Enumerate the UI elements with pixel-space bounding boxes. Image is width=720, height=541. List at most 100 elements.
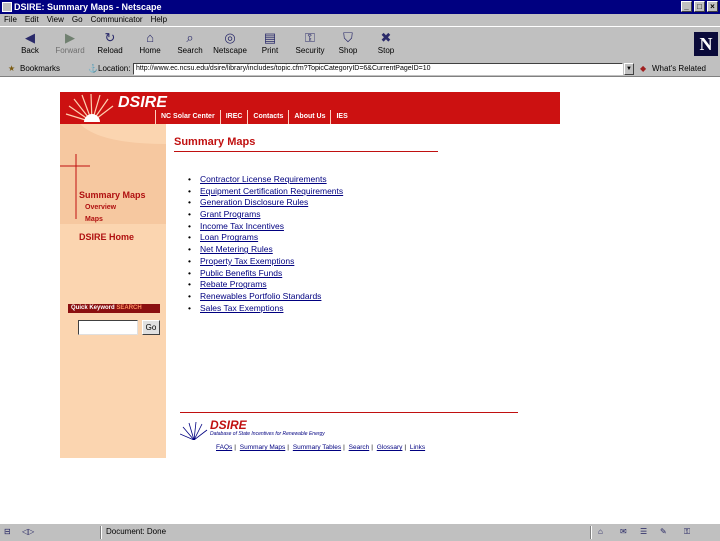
page-title: Summary Maps [174,136,256,148]
security-button[interactable]: ⚿ Security [290,29,330,61]
go-button[interactable]: Go [142,320,160,335]
stop-label: Stop [377,46,395,55]
location-bar: ★ Bookmarks ⚓ Location: http://www.ec.nc… [0,62,720,77]
list-item[interactable]: Renewables Portfolio Standards [188,291,343,303]
footer-link-summary-maps[interactable]: Summary Maps [240,444,286,451]
summary-map-list: Contractor License Requirements Equipmen… [188,174,343,314]
list-item[interactable]: Property Tax Exemptions [188,256,343,268]
list-item[interactable]: Loan Programs [188,232,343,244]
reload-button[interactable]: ↻ Reload [90,29,130,61]
sidebar-dsire-home[interactable]: DSIRE Home [79,232,134,242]
location-label: Location: [98,64,131,73]
bookmarks-button[interactable]: Bookmarks [20,62,60,76]
reload-label: Reload [97,46,123,55]
location-icon: ⚓ [88,64,98,73]
app-icon [2,2,12,12]
footer-link-faqs[interactable]: FAQs [216,444,232,451]
url-input[interactable]: http://www.ec.ncsu.edu/dsire/library/inc… [133,63,623,75]
search-label: Search [177,46,203,55]
sidebar: Summary Maps Overview Maps DSIRE Home Qu… [60,124,166,458]
connection-icon: ⊟ [4,527,11,536]
forward-button[interactable]: ▶ Forward [50,29,90,61]
menu-file[interactable]: File [0,14,21,26]
nav-about-us[interactable]: About Us [288,110,330,124]
navigation-toolbar: ◀ Back ▶ Forward ↻ Reload ⌂ Home ⌕ Searc… [0,26,720,64]
discussion-icon[interactable]: ☰ [640,527,647,537]
title-divider [174,151,438,152]
site-banner: DSIRE NC Solar Center IREC Contacts Abou… [60,92,560,124]
home-button[interactable]: ⌂ Home [130,29,170,61]
shop-icon: ⛉ [343,30,353,45]
url-dropdown-icon[interactable]: ▼ [624,63,634,75]
menu-go[interactable]: Go [68,14,87,26]
close-button[interactable]: × [707,1,718,12]
forward-arrow-icon: ▶ [65,30,75,45]
nav-ies[interactable]: IES [330,110,352,124]
print-icon: ▤ [263,30,277,45]
keyword-search-input[interactable] [78,320,138,335]
mail-icon[interactable]: ✉ [620,527,627,537]
back-button[interactable]: ◀ Back [10,29,50,61]
list-item[interactable]: Sales Tax Exemptions [188,303,343,315]
nav-contacts[interactable]: Contacts [247,110,288,124]
footer-link-glossary[interactable]: Glossary [377,444,403,451]
composer-icon[interactable]: ✎ [660,527,667,537]
back-arrow-icon: ◀ [25,30,35,45]
footer-links: FAQs | Summary Maps | Summary Tables | Sear… [216,444,426,451]
footer-link-links[interactable]: Links [410,444,425,451]
status-bar: ⊟ ◁▷ Document: Done ⌂ ✉ ☰ ✎ ⚿ [0,523,720,541]
netscape-button[interactable]: ◎ Netscape [210,29,250,61]
menu-view[interactable]: View [43,14,68,26]
minimize-button[interactable]: _ [681,1,692,12]
footer-brand: DSIRE [210,418,247,432]
whats-related-button[interactable]: What's Related [652,62,706,76]
stop-icon: ✖ [380,30,392,45]
status-text: Document: Done [106,527,167,536]
list-item[interactable]: Public Benefits Funds [188,268,343,280]
menu-communicator[interactable]: Communicator [87,14,147,26]
shop-label: Shop [338,46,358,55]
navigator-icon[interactable]: ⌂ [598,527,603,537]
footer-link-summary-tables[interactable]: Summary Tables [293,444,341,451]
list-item[interactable]: Rebate Programs [188,279,343,291]
maximize-button[interactable]: □ [694,1,705,12]
netscape-logo[interactable]: N [694,32,718,56]
home-icon: ⌂ [146,30,154,45]
lock-icon: ⚿ [305,30,315,45]
back-label: Back [21,46,39,55]
footer-divider [180,412,518,413]
list-item[interactable]: Equipment Certification Requirements [188,186,343,198]
window-title-bar: DSIRE: Summary Maps - Netscape _ □ × [0,0,720,14]
sidebar-maps[interactable]: Maps [85,216,103,223]
security-label: Security [295,46,325,55]
netscape-label: Netscape [213,46,247,55]
shop-button[interactable]: ⛉ Shop [328,29,368,61]
menu-edit[interactable]: Edit [21,14,43,26]
sidebar-overview[interactable]: Overview [85,204,116,211]
keyword-label: Quick Keyword [71,305,115,311]
security-status-icon[interactable]: ⚿ [684,527,690,537]
list-item[interactable]: Net Metering Rules [188,244,343,256]
sidebar-summary-maps[interactable]: Summary Maps [79,190,146,200]
footer-logo: DSIRE Database of State Incentives for R… [180,418,380,442]
reload-icon: ↻ [104,30,116,45]
list-item[interactable]: Contractor License Requirements [188,174,343,186]
search-icon: ⌕ [186,30,194,45]
search-button[interactable]: ⌕ Search [170,29,210,61]
window-title: DSIRE: Summary Maps - Netscape [14,2,162,12]
list-item[interactable]: Generation Disclosure Rules [188,197,343,209]
list-item[interactable]: Income Tax Incentives [188,221,343,233]
nav-nc-solar-center[interactable]: NC Solar Center [155,110,220,124]
menu-help[interactable]: Help [147,14,171,26]
netscape-icon: ◎ [224,30,236,45]
list-item[interactable]: Grant Programs [188,209,343,221]
stop-button[interactable]: ✖ Stop [366,29,406,61]
sunburst-logo-icon [65,94,114,122]
footer-link-search[interactable]: Search [349,444,370,451]
print-button[interactable]: ▤ Print [250,29,290,61]
connection-status-icon: ◁▷ [22,527,35,536]
nav-irec[interactable]: IREC [219,110,248,124]
menu-bar: File Edit View Go Communicator Help [0,14,720,26]
footer-tagline: Database of State Incentives for Renewab… [210,431,325,437]
bookmark-icon: ★ [8,64,16,73]
